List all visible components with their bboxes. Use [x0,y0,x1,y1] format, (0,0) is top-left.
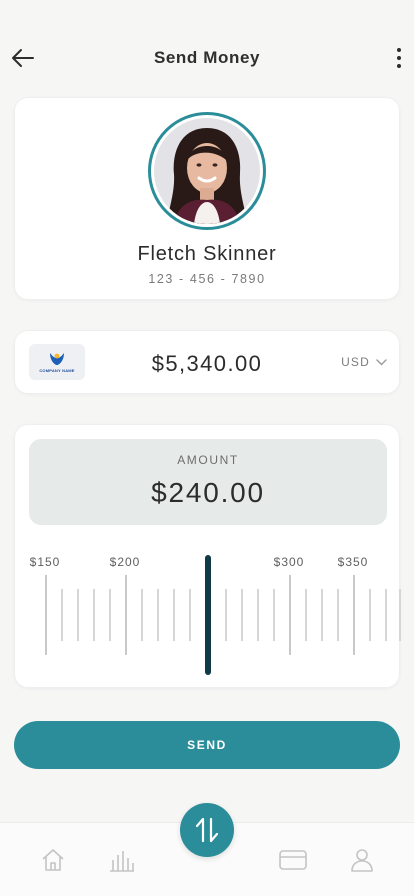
amount-value: $240.00 [151,477,265,508]
tick-label: $200 [109,555,141,569]
send-money-screen: Send Money Fletch Skinner 123 - 456 - 78… [0,0,414,896]
more-options-button[interactable] [392,44,406,72]
slider-tick [385,589,387,641]
recipient-card: Fletch Skinner 123 - 456 - 7890 [14,97,400,300]
slider-tick [257,589,259,641]
balance-card: COMPANY NAME $5,340.00 USD [14,330,400,394]
avatar[interactable] [148,112,266,230]
slider-tick [141,589,143,641]
slider-tick-major [353,575,355,655]
slider-tick-major [125,575,127,655]
tick-label: $150 [29,555,61,569]
amount-display: AMOUNT $240.00 [29,439,387,525]
slider-indicator[interactable] [205,555,211,675]
tick-label: $350 [337,555,369,569]
recipient-phone: 123 - 456 - 7890 [148,272,266,286]
header: Send Money [0,36,414,80]
bar-chart-icon [110,851,134,872]
amount-slider[interactable]: $150 $200 $300 $350 [15,545,401,679]
slider-tick [157,589,159,641]
slider-tick [369,589,371,641]
amount-card: AMOUNT $240.00 $150 $200 $300 $350 [14,424,401,688]
slider-tick [77,589,79,641]
slider-tick [173,589,175,641]
avatar-portrait [154,118,260,224]
swap-icon [195,817,219,843]
slider-tick [305,589,307,641]
slider-tick [109,589,111,641]
slider-tick [273,589,275,641]
slider-tick-major [289,575,291,655]
chevron-down-icon [376,358,387,365]
recipient-name: Fletch Skinner [137,243,277,265]
home-icon [42,849,64,871]
tick-label: $300 [273,555,305,569]
slider-tick [337,589,339,641]
page-title: Send Money [153,48,261,67]
nav-cards[interactable] [277,845,309,875]
amount-label: AMOUNT [177,453,239,467]
slider-tick [93,589,95,641]
nav-profile[interactable] [347,845,377,875]
user-icon [351,849,373,872]
card-icon [279,850,307,870]
nav-home[interactable] [38,845,68,875]
more-vertical-icon [397,48,401,52]
slider-tick [321,589,323,641]
slider-tick [61,589,63,641]
slider-tick [399,589,401,641]
avatar-photo [154,118,260,224]
send-button[interactable]: SEND [14,721,400,769]
currency-label: USD [341,355,370,369]
nav-stats[interactable] [107,845,137,875]
slider-tick [225,589,227,641]
slider-tick-major [45,575,47,655]
slider-tick [241,589,243,641]
currency-select[interactable]: USD [341,355,387,369]
transfer-button[interactable] [180,803,234,857]
more-dot [397,64,401,68]
slider-tick [189,589,191,641]
more-dot [397,56,401,60]
